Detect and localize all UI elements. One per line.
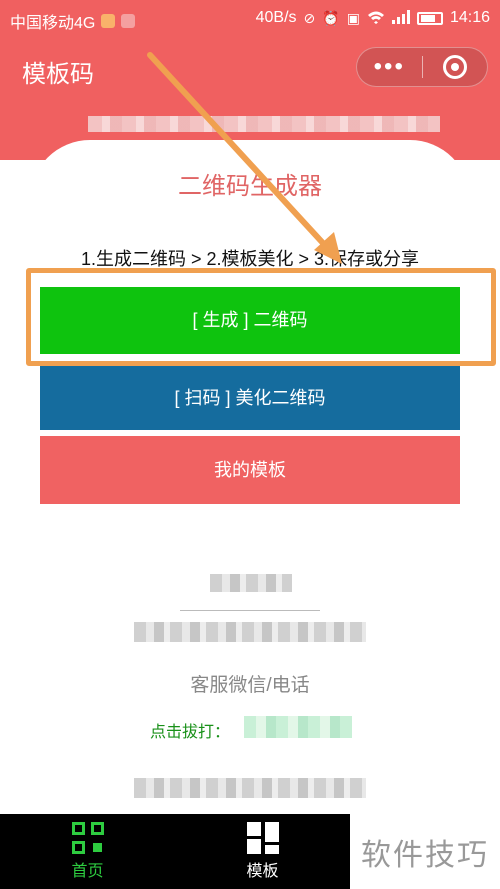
blurred-banner-text <box>88 116 440 132</box>
footer-divider <box>180 610 320 611</box>
tab-templates-label: 模板 <box>246 863 279 880</box>
nav-bar: 模板码 ••• <box>0 38 500 100</box>
tab-bar: 首页 模板 <box>0 814 350 889</box>
tab-home[interactable]: 首页 <box>0 814 175 889</box>
network-speed: 40B/s <box>255 9 297 26</box>
sim-icon <box>101 14 116 28</box>
blurred-phone-link[interactable] <box>244 716 352 738</box>
hd-icon: ▣ <box>346 9 360 26</box>
blurred-footer-text <box>134 778 366 798</box>
close-button[interactable] <box>423 55 488 79</box>
highlight-box <box>26 268 496 366</box>
customer-service-label: 客服微信/电话 <box>190 675 310 696</box>
nav-title: 模板码 <box>22 61 94 88</box>
template-grid-icon <box>246 822 279 854</box>
status-bar: 中国移动4G 40B/s ⊘ ⏰ ▣ 14:16 <box>0 0 500 38</box>
wifi-icon <box>367 10 385 27</box>
call-label: 点击拔打： <box>150 724 231 741</box>
page-title: 二维码生成器 <box>178 173 322 200</box>
clock: 14:16 <box>449 9 490 26</box>
blurred-company-name <box>210 574 292 592</box>
scan-beautify-button[interactable]: [ 扫码 ] 美化二维码 <box>40 366 460 430</box>
battery-icon <box>416 11 443 25</box>
mini-program-capsule: ••• <box>356 47 488 87</box>
notification-icon <box>121 14 136 28</box>
signal-icon <box>391 9 410 27</box>
tab-home-label: 首页 <box>71 863 104 880</box>
tab-templates[interactable]: 模板 <box>175 814 350 889</box>
alarm-icon: ⏰ <box>322 9 340 26</box>
qr-code-icon <box>71 822 104 854</box>
my-templates-button[interactable]: 我的模板 <box>40 436 460 504</box>
carrier-label: 中国移动4G <box>10 15 96 32</box>
more-menu-button[interactable]: ••• <box>357 47 422 87</box>
mute-icon: ⊘ <box>303 9 316 26</box>
blurred-address <box>134 622 366 642</box>
watermark: 软件技巧 <box>350 814 500 889</box>
record-icon <box>442 55 467 79</box>
